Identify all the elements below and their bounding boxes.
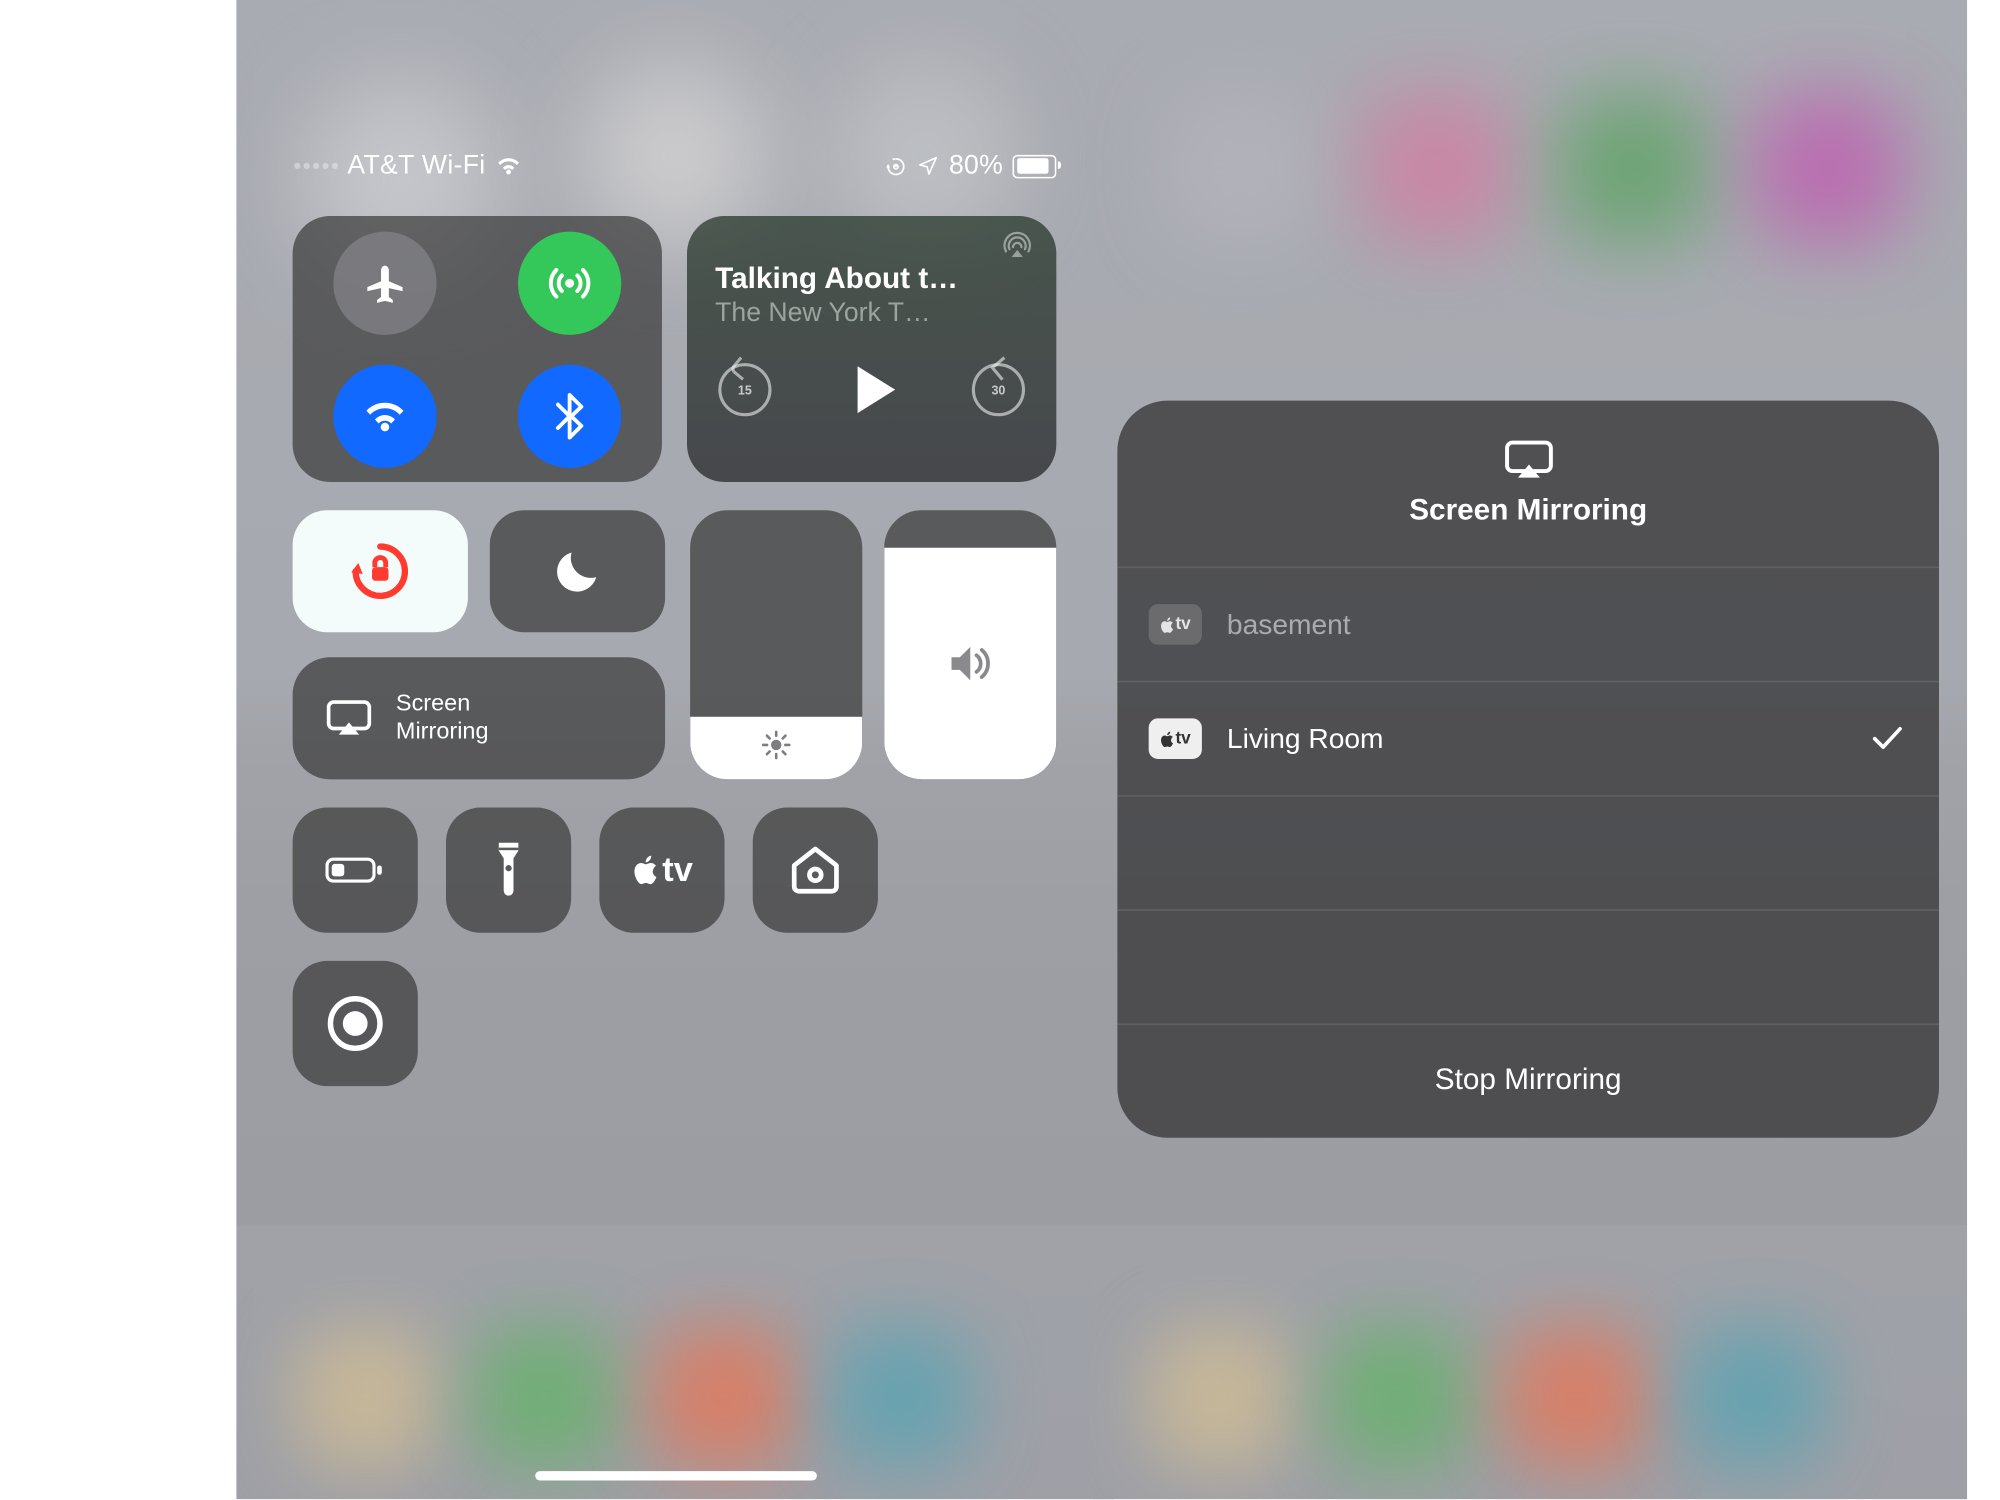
media-module[interactable]: Talking About t… The New York T… 15 30 bbox=[687, 216, 1056, 482]
skip-back-seconds: 15 bbox=[738, 383, 752, 397]
screen-mirroring-popover-screen: Screen Mirroring tv basement tv Living R… bbox=[1089, 0, 1967, 1499]
control-center-screen: AT&T Wi-Fi 80% bbox=[236, 0, 1114, 1499]
apple-tv-icon: tv bbox=[631, 850, 693, 891]
screen-mirroring-label: ScreenMirroring bbox=[396, 690, 489, 746]
cell-bars-icon bbox=[294, 163, 338, 169]
battery-icon bbox=[1013, 154, 1057, 177]
airplay-audio-icon bbox=[1000, 232, 1034, 260]
home-icon bbox=[787, 842, 843, 898]
apple-tv-badge-icon: tv bbox=[1149, 604, 1202, 645]
apple-tv-remote-button[interactable]: tv bbox=[599, 808, 724, 933]
skip-fwd-seconds: 30 bbox=[991, 383, 1005, 397]
brightness-icon bbox=[761, 729, 792, 760]
stop-mirroring-label: Stop Mirroring bbox=[1435, 1064, 1622, 1098]
play-button[interactable] bbox=[858, 366, 896, 413]
status-bar: AT&T Wi-Fi 80% bbox=[236, 144, 1114, 188]
media-title: Talking About t… bbox=[715, 263, 1028, 297]
home-button[interactable] bbox=[753, 808, 878, 933]
screen-mirroring-button[interactable]: ScreenMirroring bbox=[293, 657, 665, 779]
moon-icon bbox=[549, 543, 605, 599]
skip-back-button[interactable]: 15 bbox=[718, 363, 771, 416]
location-icon bbox=[918, 155, 940, 177]
skip-forward-button[interactable]: 30 bbox=[972, 363, 1025, 416]
low-power-mode-toggle[interactable] bbox=[293, 808, 418, 933]
do-not-disturb-toggle[interactable] bbox=[490, 510, 665, 632]
wifi-toggle[interactable] bbox=[333, 364, 436, 467]
device-row-empty bbox=[1117, 795, 1939, 909]
rotation-indicator-icon bbox=[885, 154, 908, 177]
volume-slider[interactable] bbox=[884, 510, 1056, 779]
rotation-lock-toggle[interactable] bbox=[293, 510, 468, 632]
stop-mirroring-button[interactable]: Stop Mirroring bbox=[1117, 1024, 1939, 1138]
screen-mirroring-icon bbox=[1502, 438, 1555, 482]
connectivity-module[interactable] bbox=[293, 216, 662, 482]
device-name: basement bbox=[1227, 608, 1351, 641]
popover-title: Screen Mirroring bbox=[1409, 495, 1647, 529]
device-row-livingroom[interactable]: tv Living Room bbox=[1117, 681, 1939, 795]
cellular-icon bbox=[543, 256, 596, 309]
wifi-icon bbox=[495, 155, 523, 177]
flashlight-toggle[interactable] bbox=[446, 808, 571, 933]
media-subtitle: The New York T… bbox=[715, 297, 1028, 328]
record-icon bbox=[325, 994, 384, 1053]
screen-mirroring-popover: Screen Mirroring tv basement tv Living R… bbox=[1117, 401, 1939, 1138]
flashlight-icon bbox=[493, 839, 524, 902]
cellular-toggle[interactable] bbox=[518, 231, 621, 334]
bluetooth-icon bbox=[556, 392, 584, 439]
rotation-lock-icon bbox=[347, 538, 413, 604]
battery-percent: 80% bbox=[949, 150, 1003, 181]
airplane-icon bbox=[361, 259, 408, 306]
airplane-toggle[interactable] bbox=[333, 231, 436, 334]
brightness-slider[interactable] bbox=[690, 510, 862, 779]
home-indicator[interactable] bbox=[534, 1471, 816, 1480]
device-name: Living Room bbox=[1227, 722, 1384, 755]
screen-record-button[interactable] bbox=[293, 961, 418, 1086]
wifi-icon bbox=[360, 395, 410, 436]
carrier-label: AT&T Wi-Fi bbox=[347, 150, 485, 181]
volume-icon bbox=[945, 642, 995, 686]
battery-low-icon bbox=[324, 853, 387, 887]
device-row-empty bbox=[1117, 909, 1939, 1023]
apple-tv-badge-icon: tv bbox=[1149, 718, 1202, 759]
checkmark-icon bbox=[1870, 725, 1904, 753]
screen-mirroring-icon bbox=[324, 698, 374, 739]
device-row-basement[interactable]: tv basement bbox=[1117, 567, 1939, 681]
bluetooth-toggle[interactable] bbox=[518, 364, 621, 467]
